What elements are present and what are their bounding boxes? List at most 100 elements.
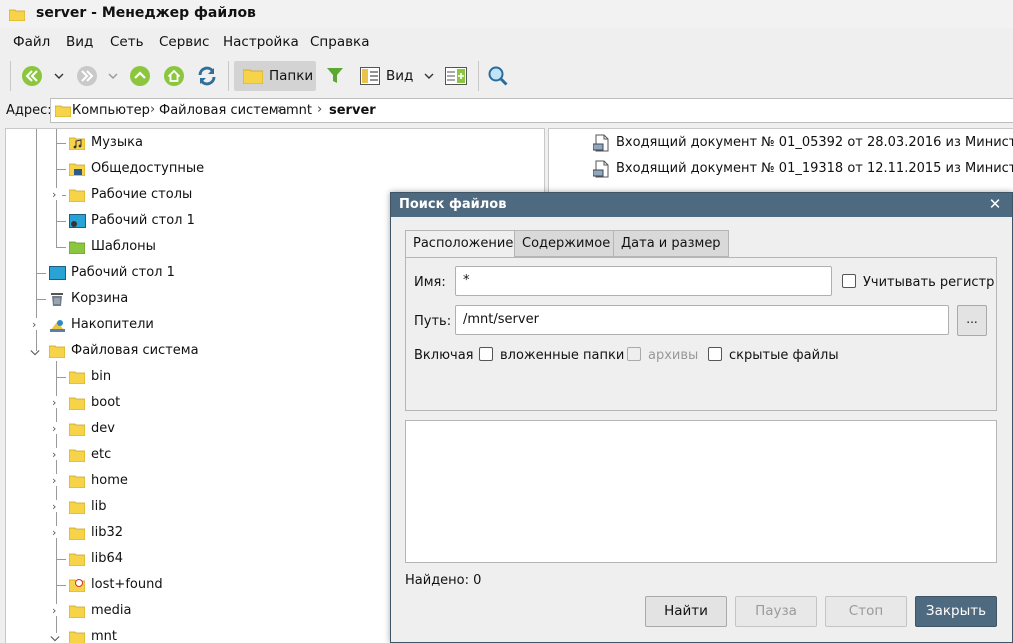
archives-checkbox[interactable]	[627, 347, 641, 361]
tree-item[interactable]: Музыка	[6, 130, 544, 156]
found-count: Найдено: 0	[405, 573, 482, 588]
folder-icon	[69, 553, 85, 566]
tree-item-label: Файловая система	[71, 343, 199, 358]
toolbar-separator	[228, 61, 229, 91]
chevron-down-icon[interactable]	[50, 633, 60, 643]
tree-item-label: etc	[91, 447, 112, 462]
name-input[interactable]: *	[455, 266, 832, 296]
file-name: Входящий документ № 01_19318 от 12.11.20…	[616, 161, 1013, 176]
chevron-right-icon[interactable]: ›	[52, 188, 62, 201]
tree-item-label: boot	[91, 395, 121, 410]
chevron-right-icon[interactable]: ›	[52, 396, 62, 409]
breadcrumb-mnt[interactable]: mnt	[286, 103, 312, 118]
chevron-down-icon	[54, 73, 64, 79]
breadcrumb-filesystem[interactable]: Файловая система	[159, 103, 287, 118]
chevron-right-icon[interactable]: ›	[52, 474, 62, 487]
breadcrumb-server[interactable]: server	[329, 103, 376, 118]
close-button[interactable]: Закрыть	[915, 596, 997, 627]
folder-icon	[9, 9, 25, 21]
folder-icon	[69, 371, 85, 384]
folder-icon	[69, 189, 85, 202]
toolbar: Папки Вид	[0, 57, 1013, 95]
chevron-right-icon[interactable]: ›	[52, 500, 62, 513]
menu-file[interactable]: Файл	[13, 34, 50, 50]
back-icon	[22, 66, 42, 86]
tree-item-label: Рабочий стол 1	[71, 265, 175, 280]
split-pane-icon	[445, 67, 467, 85]
menu-help[interactable]: Справка	[310, 34, 369, 50]
document-icon	[593, 134, 609, 152]
address-field[interactable]: Компьютер › Файловая система › mnt › ser…	[50, 98, 1013, 123]
up-button[interactable]	[126, 61, 154, 91]
case-sensitive-checkbox[interactable]	[842, 274, 856, 288]
filter-button[interactable]	[322, 61, 348, 91]
document-icon	[593, 160, 609, 178]
home-button[interactable]	[160, 61, 188, 91]
folder-icon	[69, 449, 85, 462]
menu-network[interactable]: Сеть	[110, 34, 144, 50]
split-view-button[interactable]	[442, 61, 470, 91]
breadcrumb-separator-icon: ›	[277, 102, 283, 117]
view-button[interactable]: Вид	[356, 61, 418, 91]
tree-item-label: lib	[91, 499, 107, 514]
tab-date-size[interactable]: Дата и размер	[613, 230, 729, 257]
folder-icon	[69, 423, 85, 436]
chevron-down-icon[interactable]	[30, 347, 40, 359]
tree-item-label: Музыка	[91, 135, 143, 150]
window-title: server - Менеджер файлов	[36, 5, 256, 21]
search-dialog: Поиск файлов ✕ Расположение Содержимое Д…	[390, 192, 1013, 643]
chevron-right-icon[interactable]: ›	[32, 318, 42, 331]
browse-button[interactable]: ...	[957, 305, 987, 336]
chevron-right-icon[interactable]: ›	[52, 448, 62, 461]
folders-label: Папки	[269, 68, 314, 84]
path-input[interactable]: /mnt/server	[455, 305, 949, 335]
tab-location[interactable]: Расположение	[405, 230, 522, 258]
find-button[interactable]: Найти	[645, 596, 727, 627]
view-label: Вид	[386, 68, 414, 84]
close-icon[interactable]: ✕	[987, 196, 1003, 212]
menu-service[interactable]: Сервис	[159, 34, 209, 50]
back-history-dropdown[interactable]	[50, 61, 68, 91]
stop-button[interactable]: Стоп	[825, 596, 907, 627]
menu-settings[interactable]: Настройка	[223, 34, 299, 50]
tree-item-label: Рабочие столы	[91, 187, 193, 202]
tab-content[interactable]: Содержимое	[514, 230, 619, 257]
folder-icon	[49, 345, 65, 358]
tree-item-label: dev	[91, 421, 115, 436]
results-list[interactable]	[405, 420, 997, 563]
chevron-right-icon[interactable]: ›	[52, 526, 62, 539]
shared-folder-icon	[69, 163, 85, 176]
chevron-right-icon[interactable]: ›	[52, 604, 62, 617]
lost-found-icon	[69, 579, 85, 592]
title-bar: server - Менеджер файлов	[0, 0, 1013, 28]
tree-item[interactable]: Общедоступные	[6, 156, 544, 182]
file-name: Входящий документ № 01_05392 от 28.03.20…	[616, 135, 1013, 150]
back-button[interactable]	[18, 61, 46, 91]
subfolders-label: вложенные папки	[500, 348, 625, 363]
arrow-up-icon	[130, 66, 150, 86]
case-sensitive-label: Учитывать регистр	[863, 275, 995, 290]
forward-button[interactable]	[73, 61, 101, 91]
home-icon	[164, 66, 184, 86]
tree-item-label: Общедоступные	[91, 161, 205, 176]
view-dropdown[interactable]	[420, 61, 438, 91]
pause-button[interactable]: Пауза	[735, 596, 817, 627]
subfolders-checkbox[interactable]	[479, 347, 493, 361]
refresh-button[interactable]	[193, 61, 221, 91]
dialog-title: Поиск файлов	[399, 197, 507, 212]
hidden-files-checkbox[interactable]	[708, 347, 722, 361]
tree-item-label: mnt	[91, 629, 117, 643]
menu-view[interactable]: Вид	[66, 34, 93, 50]
breadcrumb-separator-icon: ›	[150, 102, 156, 117]
breadcrumb-computer[interactable]: Компьютер	[72, 103, 150, 118]
search-button[interactable]	[484, 61, 512, 91]
tree-item-label: home	[91, 473, 128, 488]
templates-folder-icon	[69, 241, 85, 254]
menu-bar: Файл Вид Сеть Сервис Настройка Справка	[0, 28, 1013, 56]
forward-history-dropdown[interactable]	[104, 61, 122, 91]
chevron-right-icon[interactable]: ›	[52, 422, 62, 435]
tree-item-label: lib64	[91, 551, 124, 566]
refresh-icon	[198, 66, 216, 86]
desktop-icon	[69, 214, 86, 228]
folders-toggle-button[interactable]: Папки	[234, 61, 316, 91]
